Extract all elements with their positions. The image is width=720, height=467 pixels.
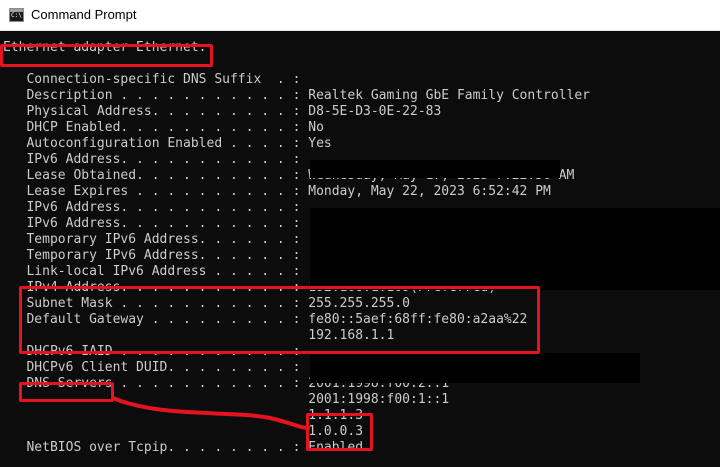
physical-address-line: Physical Address. . . . . . . . . : D8-5… [3, 104, 442, 119]
lease-expires-line: Lease Expires . . . . . . . . . . : Mond… [3, 184, 551, 199]
link-local-ipv6-line: Link-local IPv6 Address . . . . . : [3, 264, 301, 279]
highlight-box-dns-values [306, 413, 373, 451]
redaction-block [310, 353, 640, 383]
autoconfiguration-line: Autoconfiguration Enabled . . . . : Yes [3, 136, 332, 151]
command-prompt-window: C:\ Command Prompt Ethernet adapter Ethe… [0, 0, 720, 467]
ipv6-address-line: IPv6 Address. . . . . . . . . . . : [3, 216, 301, 231]
window-title: Command Prompt [31, 7, 137, 22]
highlight-box-dns-servers-label [19, 382, 114, 402]
ipv6-address-line: IPv6 Address. . . . . . . . . . . : [3, 200, 301, 215]
highlight-box-ip-config [19, 286, 540, 354]
title-bar[interactable]: C:\ Command Prompt [0, 0, 720, 31]
temporary-ipv6-line: Temporary IPv6 Address. . . . . . : [3, 248, 301, 263]
dns-suffix-line: Connection-specific DNS Suffix . : [3, 72, 301, 87]
temporary-ipv6-line: Temporary IPv6 Address. . . . . . : [3, 232, 301, 247]
redaction-block [310, 160, 560, 178]
highlight-box-adapter-header [0, 44, 213, 67]
dhcp-enabled-line: DHCP Enabled. . . . . . . . . . . : No [3, 120, 324, 135]
ipv6-address-line: IPv6 Address. . . . . . . . . . . : [3, 152, 301, 167]
redaction-block [310, 208, 720, 290]
cmd-icon: C:\ [9, 8, 24, 22]
description-line: Description . . . . . . . . . . . : Real… [3, 88, 590, 103]
dhcpv6-duid-line: DHCPv6 Client DUID. . . . . . . . : [3, 360, 301, 375]
